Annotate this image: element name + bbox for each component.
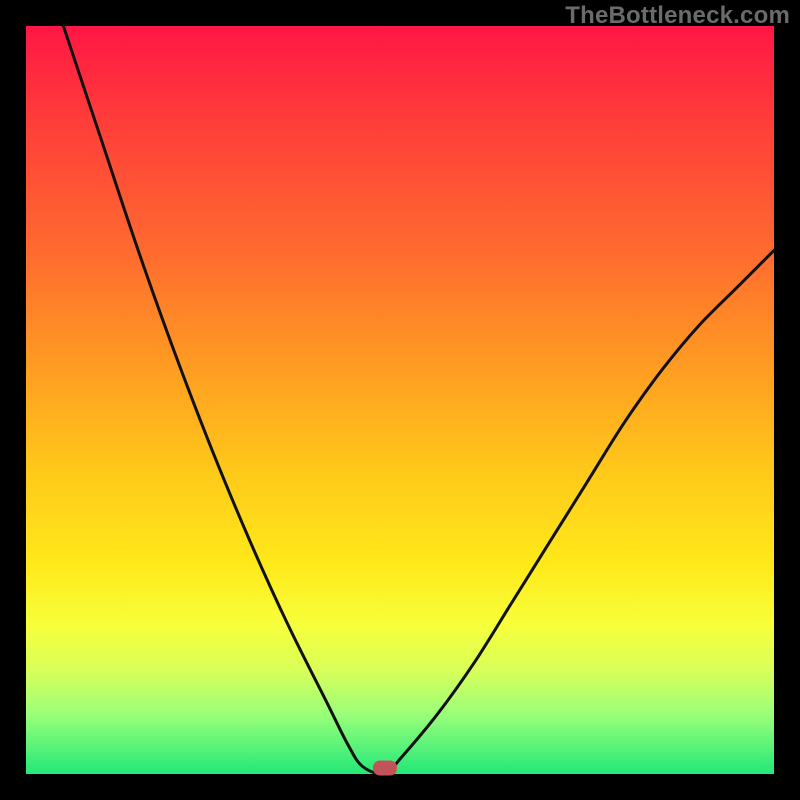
plot-area	[26, 26, 774, 774]
bottleneck-curve	[26, 26, 774, 774]
chart-frame: TheBottleneck.com	[0, 0, 800, 800]
optimum-marker	[373, 761, 397, 776]
